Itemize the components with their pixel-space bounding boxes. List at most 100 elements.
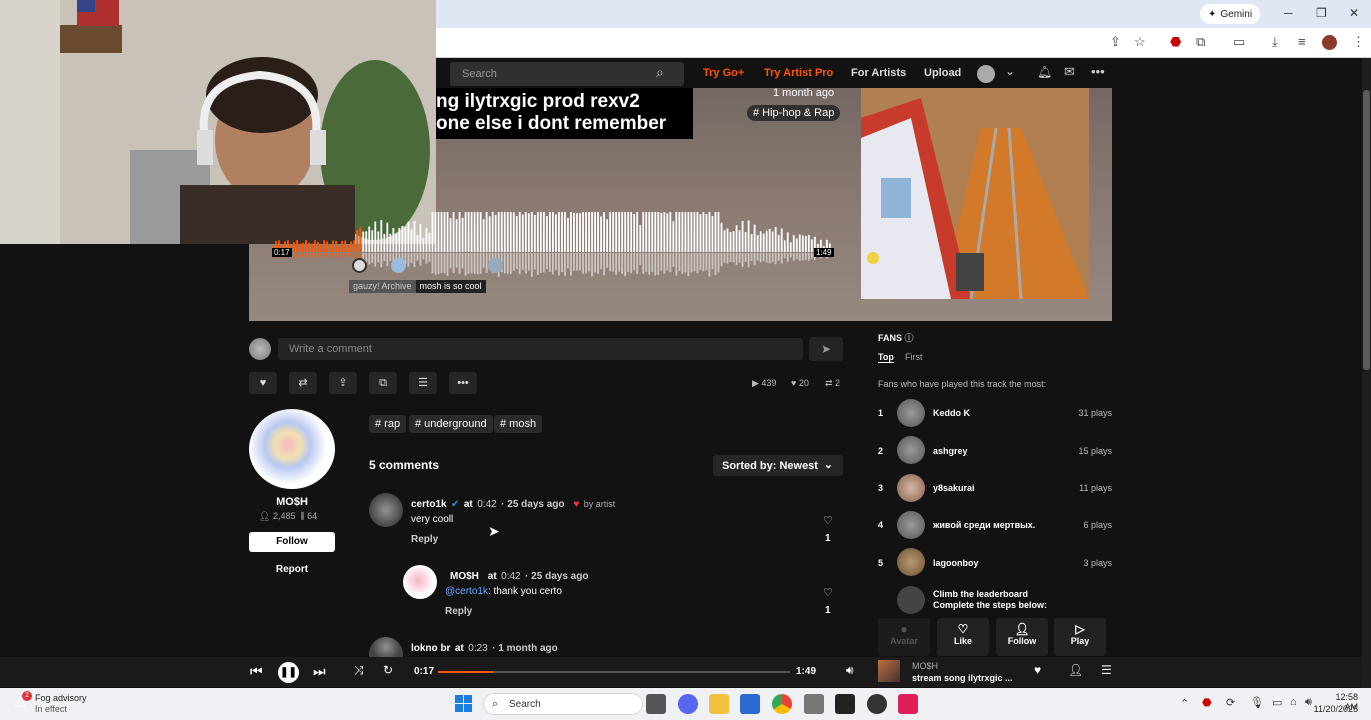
gemini-button[interactable]: ✦ Gemini — [1200, 4, 1261, 24]
artist-avatar[interactable] — [249, 409, 335, 489]
comment-input[interactable]: Write a comment — [278, 338, 803, 360]
comment-like-icon[interactable]: ♡ — [823, 586, 833, 599]
search-icon[interactable]: ⌕ — [656, 64, 664, 81]
extension-icon[interactable]: ⬣ — [1170, 34, 1181, 50]
windows-start-icon[interactable] — [455, 695, 472, 712]
bell-icon[interactable]: 🔔︎ — [1037, 65, 1052, 79]
profile-avatar[interactable] — [1322, 35, 1337, 50]
app-icon[interactable] — [804, 694, 824, 714]
try-artist-pro-link[interactable]: Try Artist Pro — [764, 67, 833, 79]
microphone-icon[interactable]: 🎙︎ — [1250, 696, 1264, 709]
repost-button[interactable]: ⇄ — [289, 372, 317, 394]
like-icon[interactable]: ♥ — [1034, 663, 1041, 677]
sidebar-icon[interactable]: ▭ — [1233, 34, 1245, 50]
artist-name[interactable]: MO$H — [249, 496, 335, 508]
more-button[interactable]: ••• — [449, 372, 477, 394]
network-icon[interactable]: ⌂ — [1290, 696, 1297, 708]
app-icon[interactable] — [867, 694, 887, 714]
pause-button[interactable]: ❚❚ — [278, 662, 299, 683]
report-button[interactable]: Report — [249, 564, 335, 575]
taskbar-search[interactable]: ⌕ Search — [483, 693, 643, 715]
clock-date[interactable]: 11/20/2025 — [1310, 704, 1358, 714]
shuffle-icon[interactable]: ⤨ — [354, 663, 364, 678]
for-artists-link[interactable]: For Artists — [851, 67, 906, 79]
follow-icon[interactable]: 👤︎ — [1068, 663, 1083, 677]
share-button[interactable]: ⇪ — [329, 372, 357, 394]
now-playing-artwork[interactable] — [878, 660, 900, 682]
discord-icon[interactable] — [678, 694, 698, 714]
send-icon[interactable]: ➤ — [809, 337, 843, 361]
close-button[interactable]: ✕ — [1349, 6, 1359, 20]
comment-avatar[interactable] — [369, 637, 403, 657]
waveform-comment-avatar[interactable] — [352, 258, 367, 273]
chevron-down-icon[interactable]: ⌄ — [1005, 64, 1015, 78]
minimize-button[interactable]: ─ — [1284, 6, 1293, 20]
try-go-link[interactable]: Try Go+ — [703, 67, 744, 79]
weather-title[interactable]: Fog advisory — [35, 693, 87, 703]
now-playing-title[interactable]: stream song ilytrxgic ... — [912, 673, 1013, 683]
fan-avatar[interactable] — [897, 548, 925, 576]
bookmark-star-icon[interactable]: ☆ — [1134, 34, 1146, 50]
now-playing-artist[interactable]: MO$H — [912, 661, 938, 671]
file-explorer-icon[interactable] — [709, 694, 729, 714]
add-to-playlist-button[interactable]: ☰ — [409, 372, 437, 394]
previous-icon[interactable]: ⏮ — [250, 663, 263, 680]
tab-top[interactable]: Top — [878, 352, 894, 363]
tray-app-icon[interactable]: ⬣ — [1202, 696, 1212, 709]
fan-avatar[interactable] — [897, 399, 925, 427]
sort-dropdown[interactable]: Sorted by: Newest ⌄ — [713, 455, 843, 476]
genre-tag[interactable]: # Hip-hop & Rap — [747, 105, 841, 121]
search-input[interactable]: Search — [450, 62, 684, 86]
tray-sync-icon[interactable]: ⟳ — [1226, 696, 1235, 709]
comment-avatar[interactable] — [369, 493, 403, 527]
tiktok-icon[interactable] — [898, 694, 918, 714]
like-button[interactable]: ♥ — [249, 372, 277, 394]
fan-name[interactable]: y8sakurai — [933, 483, 975, 493]
extensions-puzzle-icon[interactable]: ⧉ — [1196, 34, 1205, 50]
install-icon[interactable]: ⇪ — [1110, 34, 1121, 50]
fan-name[interactable]: Keddo K — [933, 408, 970, 418]
fan-avatar[interactable] — [897, 436, 925, 464]
fan-name[interactable]: ashgrey — [933, 446, 968, 456]
scrollbar-thumb[interactable] — [1363, 90, 1370, 370]
maximize-button[interactable]: ❐ — [1316, 6, 1327, 20]
more-icon[interactable]: ••• — [1091, 64, 1105, 79]
user-avatar[interactable] — [977, 65, 995, 83]
repeat-icon[interactable]: ↻ — [383, 663, 393, 677]
fan-avatar[interactable] — [897, 474, 925, 502]
media-icon[interactable]: ≡ — [1298, 34, 1306, 49]
next-icon[interactable]: ⏭ — [313, 663, 326, 680]
tab-first[interactable]: First — [905, 352, 923, 362]
menu-icon[interactable]: ⋮ — [1352, 34, 1365, 50]
step-follow-button[interactable]: 👤︎ Follow — [996, 618, 1048, 656]
step-play-button[interactable]: ▷ Play — [1054, 618, 1106, 656]
waveform-reflection — [582, 253, 584, 274]
reply-button[interactable]: Reply — [445, 606, 472, 617]
waveform-comment-avatar[interactable] — [391, 258, 406, 273]
upload-link[interactable]: Upload — [924, 67, 961, 79]
download-icon[interactable]: ⤓ — [1272, 34, 1278, 50]
follow-button[interactable]: Follow — [249, 532, 335, 552]
task-view-icon[interactable] — [646, 694, 666, 714]
tag-underground[interactable]: # underground — [409, 415, 493, 433]
volume-icon[interactable]: 🔊︎ — [846, 663, 854, 678]
chrome-icon[interactable] — [772, 694, 792, 714]
tag-rap[interactable]: # rap — [369, 415, 407, 433]
waveform-comment-avatar[interactable] — [488, 258, 503, 273]
display-icon[interactable]: ▭ — [1272, 696, 1282, 709]
mail-icon[interactable]: ✉ — [1064, 64, 1075, 80]
tray-chevron-icon[interactable]: ⌃ — [1180, 697, 1189, 710]
queue-icon[interactable]: ☰ — [1101, 663, 1112, 677]
tag-mosh[interactable]: # mosh — [494, 415, 543, 433]
store-icon[interactable] — [740, 694, 760, 714]
reply-button[interactable]: Reply — [411, 534, 438, 545]
epic-games-icon[interactable] — [835, 694, 855, 714]
comment-like-icon[interactable]: ♡ — [823, 514, 833, 527]
copy-link-button[interactable]: ⧉ — [369, 372, 397, 394]
info-icon[interactable]: ⓘ — [905, 333, 914, 343]
comment-avatar[interactable] — [403, 565, 437, 599]
fan-avatar[interactable] — [897, 511, 925, 539]
step-like-button[interactable]: ♡ Like — [937, 618, 989, 656]
fan-name[interactable]: lagoonboy — [933, 558, 979, 568]
fan-name[interactable]: живой среди мертвых. — [933, 520, 1035, 530]
